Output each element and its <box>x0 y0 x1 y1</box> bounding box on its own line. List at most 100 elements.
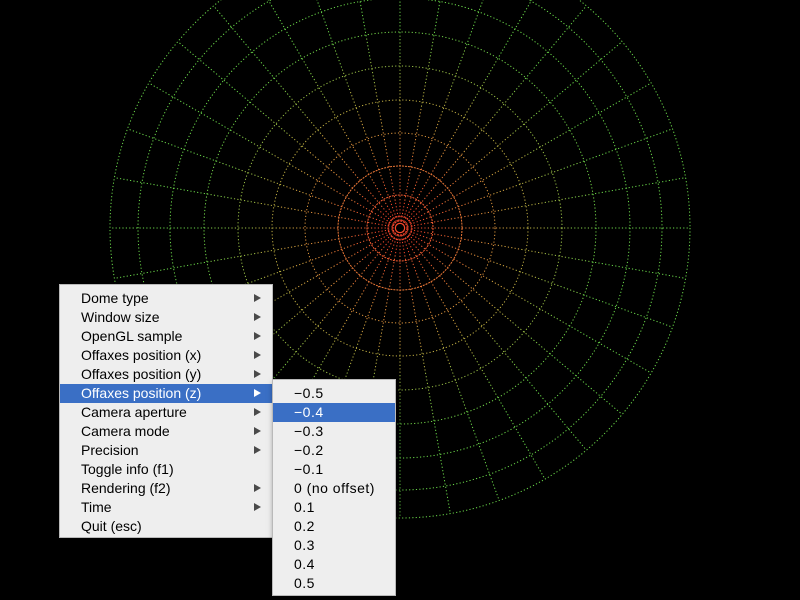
dome-spoke <box>445 490 451 514</box>
dome-spoke <box>649 318 673 328</box>
menu-item-toggle-info[interactable]: Toggle info (f1) <box>60 460 272 479</box>
dome-spoke <box>306 253 330 263</box>
dome-spoke <box>355 201 377 215</box>
dome-spoke <box>313 177 335 191</box>
menu-item-quit[interactable]: Quit (esc) <box>60 517 272 536</box>
menu-item-label: Camera mode <box>81 423 170 439</box>
dome-spoke <box>341 260 361 277</box>
menu-item-dome-type[interactable]: Dome type <box>60 289 272 308</box>
dome-spoke <box>251 142 273 155</box>
dome-spoke <box>320 133 337 153</box>
dome-spoke <box>337 121 351 143</box>
dome-spoke <box>412 130 418 154</box>
submenu-item-0-3[interactable]: 0.3 <box>273 536 395 555</box>
dome-spoke <box>448 285 465 305</box>
dome-spoke <box>432 169 449 189</box>
dome-spoke <box>420 83 426 107</box>
submenu-item-minus-0-3[interactable]: −0.3 <box>273 422 395 441</box>
dome-spoke <box>169 94 191 108</box>
dome-spoke <box>521 202 545 208</box>
dome-spoke <box>378 106 384 131</box>
dome-spoke <box>603 41 623 58</box>
dome-spoke <box>485 165 507 179</box>
dome-spoke <box>568 193 592 199</box>
menu-item-label: Rendering (f2) <box>81 480 171 496</box>
dome-spoke <box>114 177 138 183</box>
dome-spoke <box>272 154 294 167</box>
submenu-item-label: 0.3 <box>294 537 315 553</box>
dome-spoke <box>548 352 568 369</box>
dome-spoke <box>369 59 375 84</box>
dome-spoke <box>272 289 294 302</box>
dome-spoke <box>470 253 494 263</box>
dome-spoke <box>366 188 383 208</box>
dome-spoke <box>609 348 631 362</box>
menu-item-opengl-sample[interactable]: OpenGL sample <box>60 327 272 346</box>
submenu-item-minus-0-5[interactable]: −0.5 <box>273 384 395 403</box>
dome-spoke <box>437 293 451 315</box>
dome-spoke <box>512 322 532 339</box>
submenu-item-minus-0-4[interactable]: −0.4 <box>273 403 395 422</box>
dome-spoke <box>433 419 439 444</box>
dome-spoke <box>417 156 427 180</box>
dome-spoke <box>417 188 434 208</box>
dome-spoke <box>417 276 427 300</box>
dome-spoke <box>335 151 352 171</box>
dome-spoke <box>408 153 414 178</box>
dome-spoke <box>366 248 383 268</box>
dome-spoke <box>568 118 590 132</box>
dome-spoke <box>588 336 611 350</box>
dome-spoke <box>465 265 487 279</box>
dome-spoke <box>568 257 592 263</box>
dome-spoke <box>449 121 463 143</box>
menu-item-window-size[interactable]: Window size <box>60 308 272 327</box>
dome-spoke <box>497 244 522 250</box>
dome-spoke <box>463 133 480 153</box>
dome-spoke <box>591 189 616 195</box>
menu-item-time[interactable]: Time <box>60 498 272 517</box>
menu-item-offaxes-y[interactable]: Offaxes position (y) <box>60 365 272 384</box>
menu-item-precision[interactable]: Precision <box>60 441 272 460</box>
dome-spoke <box>386 278 392 303</box>
menu-item-offaxes-z[interactable]: Offaxes position (z) <box>60 384 272 403</box>
dome-spoke <box>466 410 476 434</box>
dome-spoke <box>337 313 351 335</box>
dome-spoke <box>216 160 240 171</box>
submenu-item-0-2[interactable]: 0.2 <box>273 517 395 536</box>
menu-item-label: Offaxes position (z) <box>81 385 202 401</box>
menu-item-camera-aperture[interactable]: Camera aperture <box>60 403 272 422</box>
submenu-item-0-5[interactable]: 0.5 <box>273 574 395 593</box>
menu-item-offaxes-x[interactable]: Offaxes position (x) <box>60 346 272 365</box>
menu-item-rendering[interactable]: Rendering (f2) <box>60 479 272 498</box>
dome-spoke <box>413 251 427 273</box>
menu-item-label: OpenGL sample <box>81 328 183 344</box>
submenu-item-0-4[interactable]: 0.4 <box>273 555 395 574</box>
dome-spoke <box>457 276 477 293</box>
dome-spoke <box>349 232 373 238</box>
dome-spoke <box>404 255 410 279</box>
dome-spoke <box>302 59 316 81</box>
dome-spoke <box>521 248 545 254</box>
submenu-item-minus-0-1[interactable]: −0.1 <box>273 460 395 479</box>
dome-spoke <box>320 303 337 323</box>
submenu-item-no-offset[interactable]: 0 (no offset) <box>273 479 395 498</box>
dome-spoke <box>194 152 218 162</box>
dome-spoke <box>547 312 569 326</box>
menu-item-camera-mode[interactable]: Camera mode <box>60 422 272 441</box>
submenu-arrow-icon <box>254 294 261 302</box>
dome-spoke <box>490 477 500 501</box>
dome-spoke <box>473 355 486 377</box>
dome-spoke <box>231 197 256 203</box>
dome-spoke <box>177 41 197 58</box>
dome-spoke <box>609 94 631 108</box>
dome-spoke <box>484 375 498 397</box>
dome-spoke <box>328 201 352 211</box>
dome-spoke <box>506 289 528 302</box>
dome-spoke <box>457 388 468 412</box>
dome-spoke <box>649 128 673 138</box>
submenu-item-minus-0-2[interactable]: −0.2 <box>273 441 395 460</box>
dome-spoke <box>214 71 233 88</box>
submenu-item-0-1[interactable]: 0.1 <box>273 498 395 517</box>
dome-spoke <box>425 59 431 84</box>
dome-spoke <box>373 251 387 273</box>
